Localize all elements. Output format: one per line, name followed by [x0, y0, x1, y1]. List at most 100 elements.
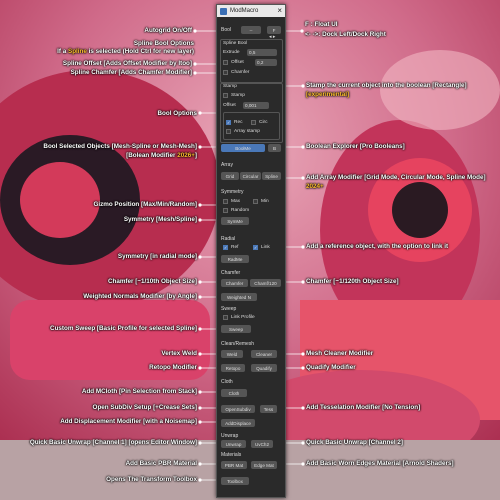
offset-checkbox[interactable]: Offset	[223, 60, 244, 65]
spline-hint-pre: If a	[57, 48, 69, 55]
sweep-title: Sweep	[221, 306, 237, 312]
unwrap-title: Unwrap	[221, 433, 239, 439]
callout-mcloth: Add MCloth [Pin Selection from Stack]	[81, 388, 197, 395]
checkbox-label: Offset	[231, 60, 244, 65]
array-spline-button[interactable]: Spline	[262, 172, 281, 180]
callout-spline-chamfer: Spline Chamfer [Adds Chamfer Modifier]	[70, 69, 192, 76]
callout-vertex-weld: Vertex Weld	[161, 350, 197, 357]
max-checkbox[interactable]: Max	[223, 199, 240, 204]
callout-spline-hint: If a Spline is selected (Hold Ctrl for n…	[57, 48, 194, 55]
extrude-field[interactable]: 0,5	[247, 49, 277, 56]
boolme-button[interactable]: BoolMe	[221, 144, 265, 152]
checkbox-box	[223, 60, 228, 65]
opensubdiv-button[interactable]: OpenSubdiv	[221, 405, 255, 413]
title-bar[interactable]: ModMacro ×	[217, 5, 285, 17]
min-checkbox[interactable]: Min	[253, 199, 269, 204]
callout-quick-unwrap-1: Quick Basic Unwrap [Channel 1] [opens Ed…	[29, 439, 197, 446]
checkbox-box	[223, 70, 228, 75]
checkbox-label: Array stamp	[234, 129, 260, 134]
retopo-button[interactable]: Retopo	[221, 364, 245, 372]
callout-quick-unwrap-2: Quick Basic Unwrap [Channel 2]	[306, 439, 403, 446]
checkbox-label: Link Profile	[231, 315, 255, 320]
callout-custom-sweep: Custom Sweep [Basic Profile for selected…	[50, 325, 197, 332]
array-stamp-checkbox[interactable]: Array stamp	[226, 129, 260, 134]
bool-modifier-post: ]	[194, 152, 197, 159]
circ-checkbox[interactable]: Circ	[251, 120, 268, 125]
array-grid-button[interactable]: Grid	[221, 172, 239, 180]
rec-checkbox[interactable]: Rec	[226, 120, 243, 125]
callout-reference: Add a reference object, with the option …	[306, 243, 449, 250]
callout-chamfer-left: Chamfer [~1/10th Object Size]	[107, 278, 197, 285]
stamp-title: Stamp	[223, 84, 237, 89]
close-icon[interactable]: ×	[277, 5, 282, 17]
edge-mat-button[interactable]: Edge Mat	[251, 461, 277, 469]
bool-modifier-version: 2026+	[177, 152, 195, 159]
pbr-mat-button[interactable]: PBR Mat	[221, 461, 247, 469]
random-checkbox[interactable]: Random	[223, 208, 249, 213]
checkbox-label: Max	[231, 199, 241, 204]
checkbox-label: Random	[231, 208, 250, 213]
uvch2-button[interactable]: UvCh2	[251, 440, 273, 448]
weighted-normals-button[interactable]: Weighted N	[221, 293, 257, 301]
offset-field[interactable]: 0,2	[255, 59, 277, 66]
callout-quadify: Quadify Modifier	[306, 364, 356, 371]
checkbox-label: Link	[261, 245, 270, 250]
checkbox-box	[223, 199, 228, 204]
callout-stamp-experimental: [experimental]	[306, 91, 350, 98]
callout-bool-options: Bool Options	[157, 110, 197, 117]
ref-checkbox[interactable]: Ref	[223, 245, 238, 250]
chamfer-title: Chamfer	[221, 270, 241, 276]
callout-chamfer-right: Chamfer [~1/120th Object Size]	[306, 278, 399, 285]
tess-button[interactable]: Tess	[260, 405, 277, 413]
checkbox-box	[226, 129, 231, 134]
checkbox-box	[226, 120, 231, 125]
callout-boolean-explorer: Boolean Explorer [Pro Booleans]	[306, 143, 405, 150]
spline-hint-word: Spline	[68, 48, 87, 55]
checkbox-box	[223, 93, 228, 98]
toolbox-button[interactable]: Toolbox	[221, 477, 249, 485]
callout-gizmo-position: Gizmo Position [Max/Min/Random]	[93, 201, 197, 208]
checkbox-box	[223, 245, 228, 250]
chamfer-120-button[interactable]: Chamf/120	[250, 279, 281, 287]
callout-spline-bool-options: Spline Bool Options	[133, 40, 194, 47]
link-profile-checkbox[interactable]: Link Profile	[223, 315, 255, 320]
float-button[interactable]: F	[267, 26, 281, 34]
boolean-explorer-button[interactable]: B	[268, 144, 281, 152]
array-circular-button[interactable]: Circular	[240, 172, 261, 180]
link-checkbox[interactable]: Link	[253, 245, 270, 250]
quadify-button[interactable]: Quadify	[251, 364, 277, 372]
adddisplace-button[interactable]: AddDisplace	[221, 419, 255, 427]
unwrap-button[interactable]: Unwrap	[221, 440, 246, 448]
callout-bool-selected: Bool Selected Objects [Mesh-Spline or Me…	[43, 143, 197, 150]
cloth-title: Cloth	[221, 379, 233, 385]
callout-retopo: Retopo Modifier	[149, 364, 197, 371]
spline-hint-post: is selected (Hold Ctrl for new layer)	[86, 48, 194, 55]
spline-bool-title: Spline Bool	[223, 41, 248, 46]
callout-displacement: Add Displacement Modifier [with a Noisem…	[60, 418, 197, 425]
callout-autogrid: Autogrid On/Off	[144, 27, 192, 34]
cloth-button[interactable]: Cloth	[221, 389, 247, 397]
symme-button[interactable]: SymMe	[221, 217, 249, 225]
modmacro-panel: ModMacro × Bool -- F ◂ ▸ Spline Bool Ext…	[216, 4, 286, 498]
callout-stamp: Stamp the current object into the boolea…	[306, 82, 467, 89]
autogrid-button[interactable]: --	[241, 26, 261, 34]
stamp-offset-label: Offset	[223, 103, 236, 108]
callout-worn-edges: Add Basic Worn Edges Material [Arnold Sh…	[306, 460, 454, 467]
checkbox-box	[253, 199, 258, 204]
weld-button[interactable]: Weld	[221, 350, 243, 358]
radial-title: Radial	[221, 236, 236, 242]
sweep-button[interactable]: Sweep	[221, 325, 251, 333]
stamp-offset-field[interactable]: 0,001	[243, 102, 269, 109]
radme-button[interactable]: RadMe	[221, 255, 249, 263]
chamfer-checkbox[interactable]: Chamfer	[223, 70, 249, 75]
callout-open-subdiv: Open SubDiv Setup [+Crease Sets]	[92, 404, 197, 411]
stamp-checkbox[interactable]: Stamp	[223, 93, 245, 98]
app-icon	[220, 7, 227, 15]
cleaner-button[interactable]: Cleaner	[251, 350, 277, 358]
checkbox-label: Chamfer	[231, 70, 250, 75]
checkbox-box	[223, 208, 228, 213]
checkbox-box	[223, 315, 228, 320]
chamfer-10-button[interactable]: Chamfer	[221, 279, 248, 287]
callout-transform-toolbox: Opens The Transform Toolbox	[106, 476, 197, 483]
callout-tesselation: Add Tesselation Modifier [No Tension]	[306, 404, 421, 411]
